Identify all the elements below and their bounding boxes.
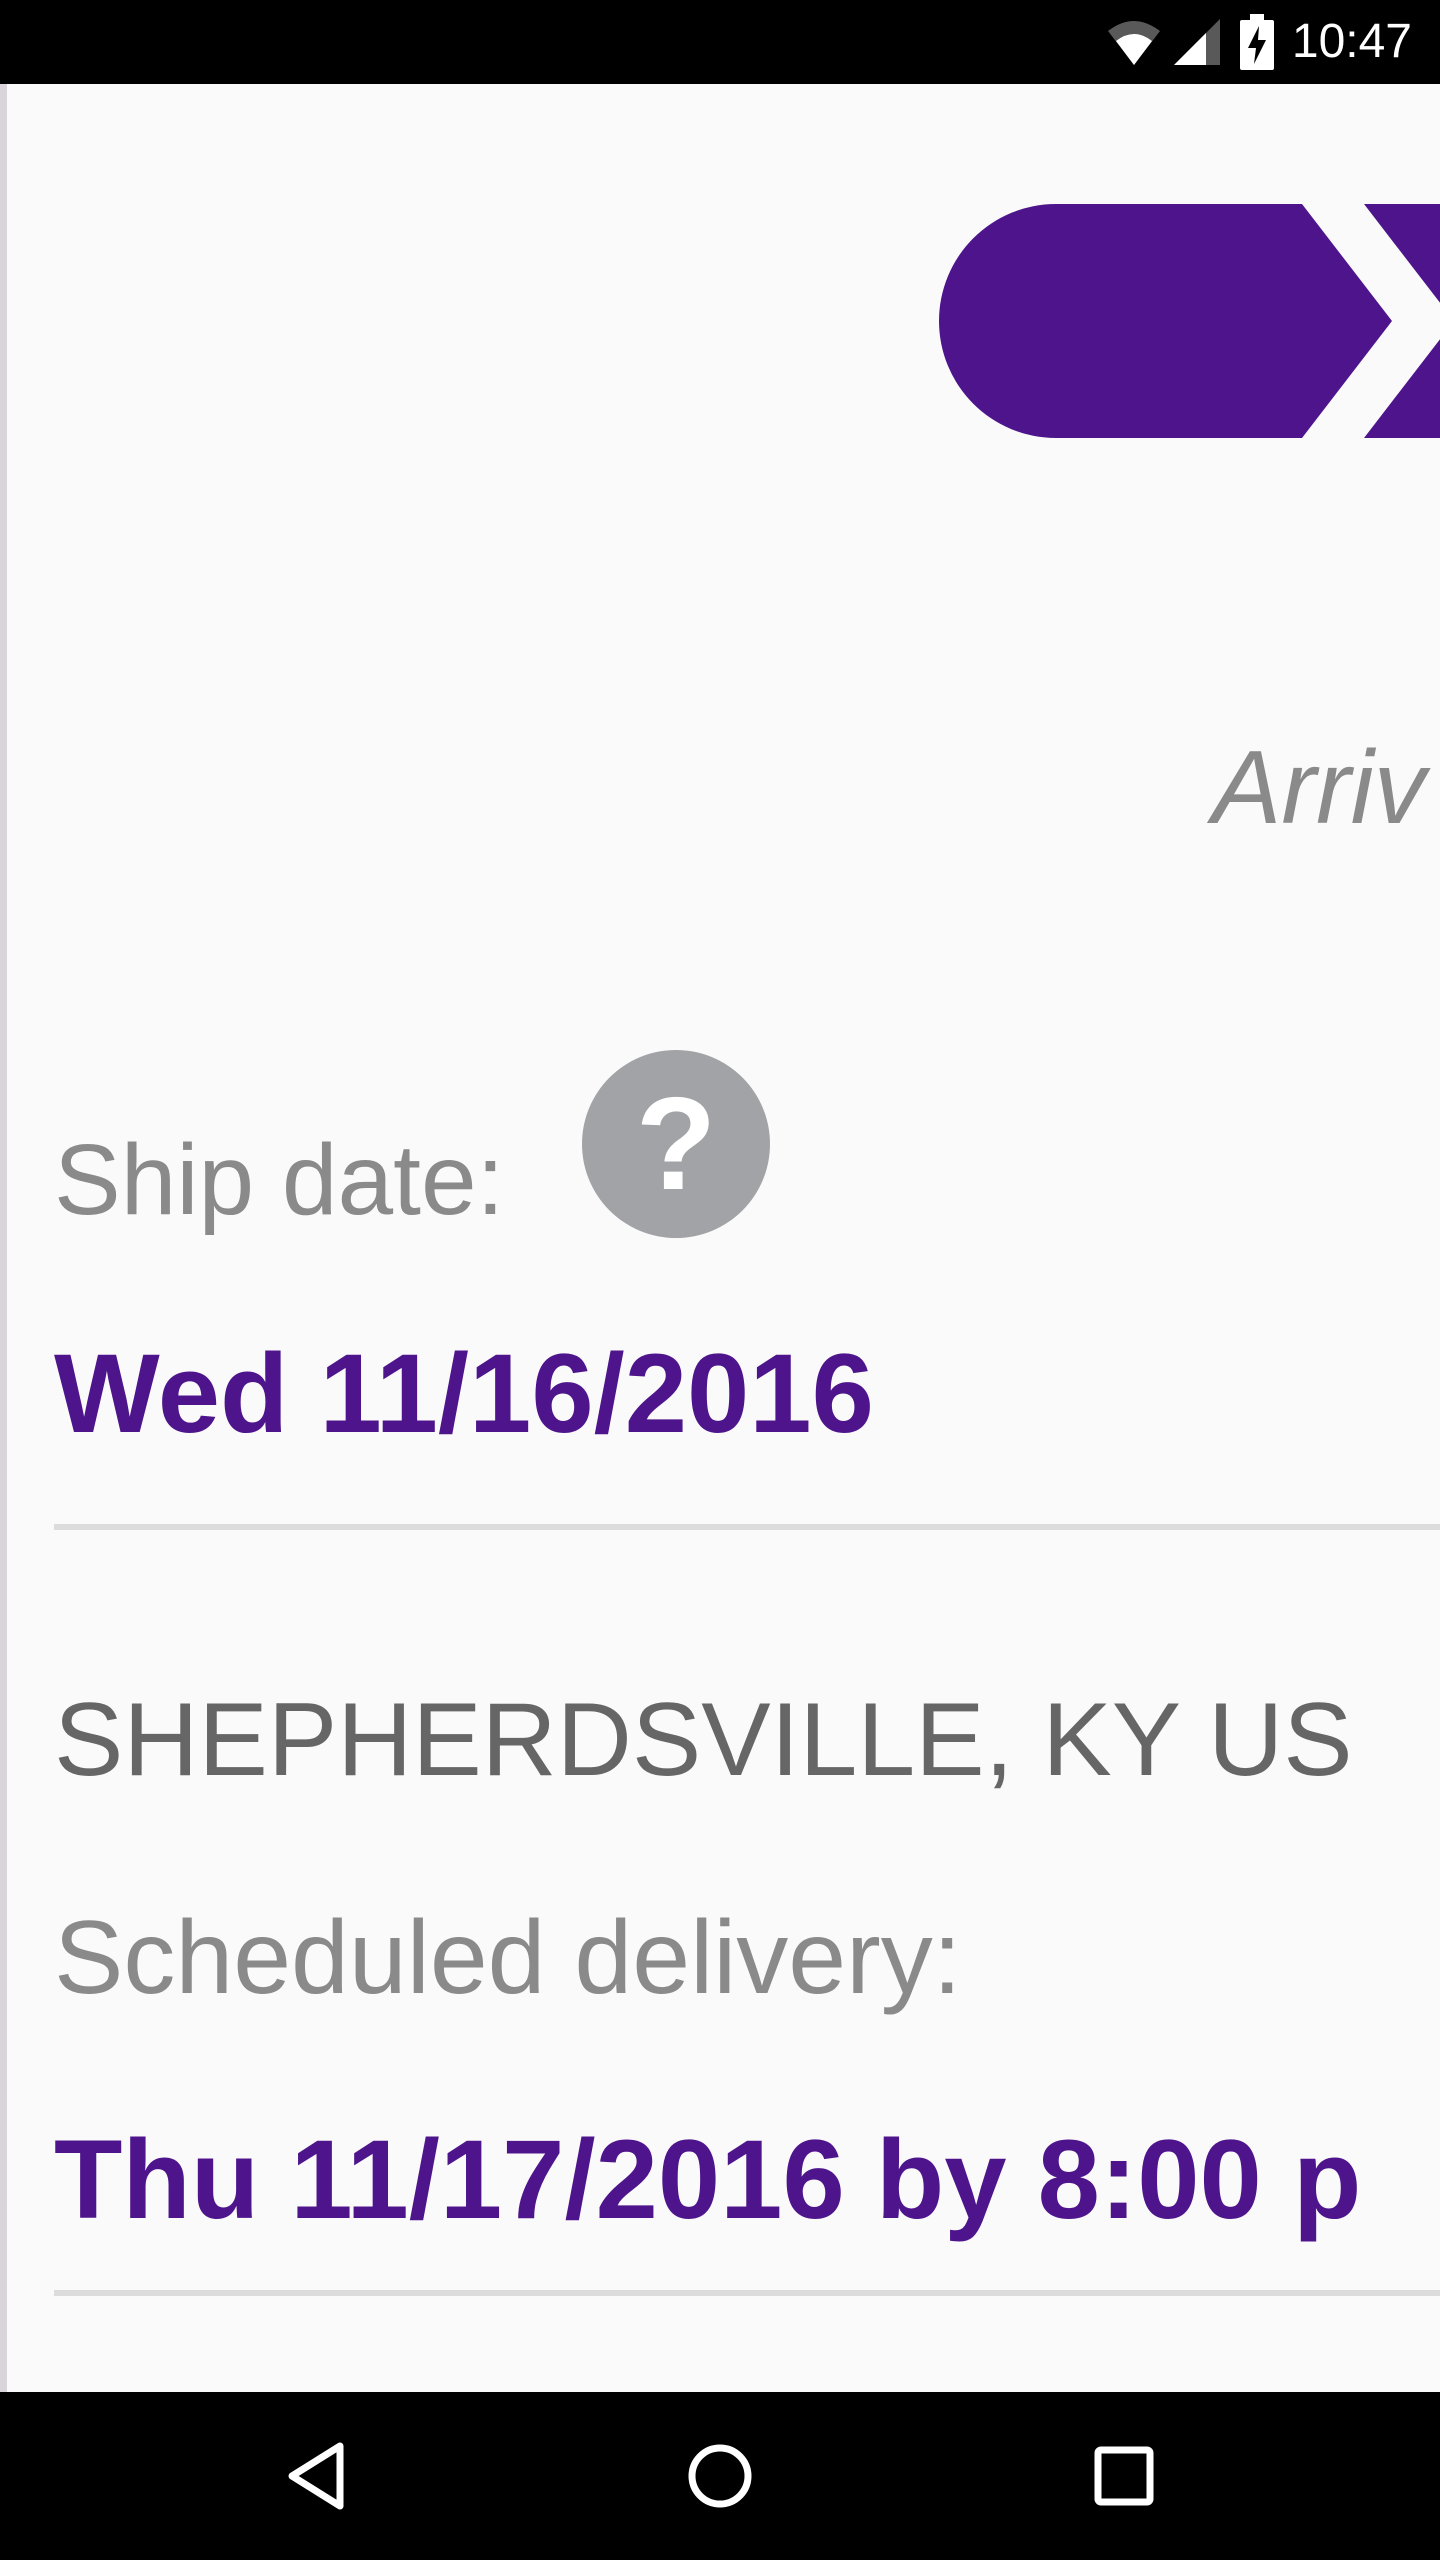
recents-icon xyxy=(1094,2446,1154,2506)
scheduled-delivery-value: Thu 11/17/2016 by 8:00 p xyxy=(54,2117,1362,2242)
status-time: 10:47 xyxy=(1291,15,1412,68)
ship-date-label: Ship date: xyxy=(54,1124,505,1236)
shipment-detail-content[interactable]: Arriv Ship date: ? Wed 11/16/2016 SHEPHE… xyxy=(0,84,1440,2392)
cell-signal-icon xyxy=(1173,19,1220,65)
divider xyxy=(54,2290,1440,2296)
help-icon[interactable]: ? xyxy=(582,1050,770,1238)
home-icon xyxy=(688,2444,752,2508)
navigation-bar xyxy=(0,2392,1440,2560)
wifi-icon xyxy=(1107,21,1160,65)
battery-charging-icon xyxy=(1239,14,1274,70)
status-icons: 10:47 xyxy=(1106,14,1412,70)
ship-date-value: Wed 11/16/2016 xyxy=(54,1331,874,1456)
back-icon xyxy=(288,2442,344,2510)
recents-button[interactable] xyxy=(1074,2426,1174,2526)
arrival-status-text: Arriv xyxy=(1212,730,1426,846)
home-button[interactable] xyxy=(670,2426,770,2526)
back-button[interactable] xyxy=(266,2426,366,2526)
divider xyxy=(54,1524,1440,1530)
status-bar: 10:47 xyxy=(0,0,1440,84)
origin-location: SHEPHERDSVILLE, KY US xyxy=(54,1682,1353,1798)
shipment-progress-arrow-icon xyxy=(939,204,1440,438)
scroll-edge-indicator xyxy=(0,84,7,2392)
scheduled-delivery-label: Scheduled delivery: xyxy=(54,1900,962,2016)
help-icon-glyph: ? xyxy=(635,1070,717,1217)
